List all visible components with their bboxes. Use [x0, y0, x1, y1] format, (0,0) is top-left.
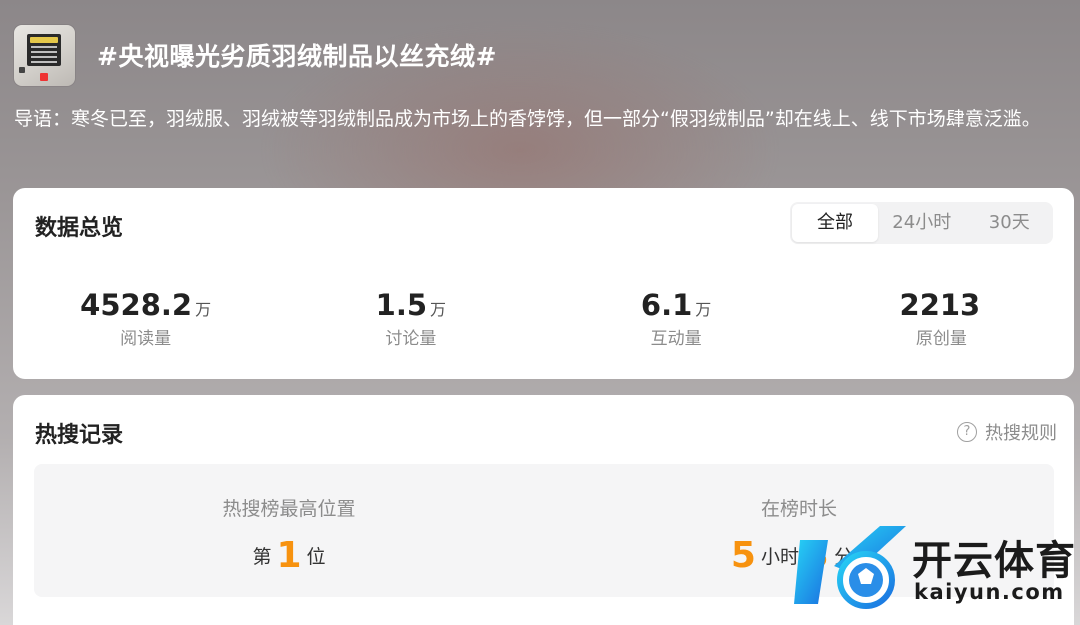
rank-number: 1 [276, 535, 302, 576]
stat-label: 阅读量 [120, 329, 172, 349]
tab-30d[interactable]: 30天 [966, 204, 1054, 242]
stat-label: 讨论量 [385, 329, 437, 349]
topic-thumbnail[interactable] [14, 24, 75, 86]
tab-all[interactable]: 全部 [792, 204, 878, 242]
hours-number: 5 [730, 535, 756, 576]
topic-intro: 导语：寒冬已至，羽绒服、羽绒被等羽绒制品成为市场上的香饽饽，但一部分“假羽绒制品… [14, 108, 1041, 130]
thumbnail-badge [40, 72, 48, 81]
stat-value: 6.1 [640, 288, 693, 322]
stat-unit: 万 [695, 300, 712, 319]
stat-value: 4528.2 [80, 288, 193, 322]
stat-discussions: 1.5 万 讨论量 [278, 288, 543, 349]
rank-suffix: 位 [306, 546, 326, 568]
watermark-name: 开云体育 [912, 538, 1076, 584]
stat-reads: 4528.2 万 阅读量 [13, 288, 278, 349]
hot-record-title: 热搜记录 [35, 423, 124, 448]
stat-label: 互动量 [650, 329, 702, 349]
stat-value: 1.5 [375, 288, 428, 322]
hot-search-rules-link[interactable]: ? 热搜规则 [957, 419, 1057, 445]
highest-position: 热搜榜最高位置 第1位 [34, 464, 544, 597]
kaiyun-logo-icon [794, 526, 906, 609]
time-on-list-label: 在榜时长 [760, 498, 837, 520]
topic-title: #央视曝光劣质羽绒制品以丝充绒# [97, 42, 497, 71]
stat-value: 2213 [899, 288, 981, 322]
stat-unit: 万 [195, 300, 212, 319]
watermark-domain: kaiyun.com [914, 580, 1065, 604]
time-range-tabs: 全部 24小时 30天 [790, 202, 1053, 244]
highest-position-value: 第1位 [34, 535, 544, 576]
highest-position-label: 热搜榜最高位置 [222, 498, 356, 520]
topic-header: #央视曝光劣质羽绒制品以丝充绒# [14, 24, 497, 86]
stats-row: 4528.2 万 阅读量 1.5 万 讨论量 6.1 万 互动量 2213 原创量 [13, 288, 1074, 349]
thumbnail-mark [19, 66, 25, 73]
rules-label: 热搜规则 [985, 423, 1057, 444]
tab-24h[interactable]: 24小时 [878, 204, 966, 242]
stat-originals: 2213 原创量 [809, 288, 1074, 349]
kaiyun-watermark: 开云体育 kaiyun.com [794, 522, 1080, 625]
stat-interactions: 6.1 万 互动量 [544, 288, 809, 349]
data-overview-card: 数据总览 全部 24小时 30天 4528.2 万 阅读量 1.5 万 讨论量 6.… [13, 188, 1074, 379]
help-circle-icon: ? [957, 422, 977, 442]
rank-prefix: 第 [252, 546, 272, 568]
thumbnail-poster-graphic [27, 33, 61, 66]
stat-label: 原创量 [915, 329, 967, 349]
stat-unit: 万 [430, 300, 447, 319]
overview-title: 数据总览 [35, 216, 124, 241]
